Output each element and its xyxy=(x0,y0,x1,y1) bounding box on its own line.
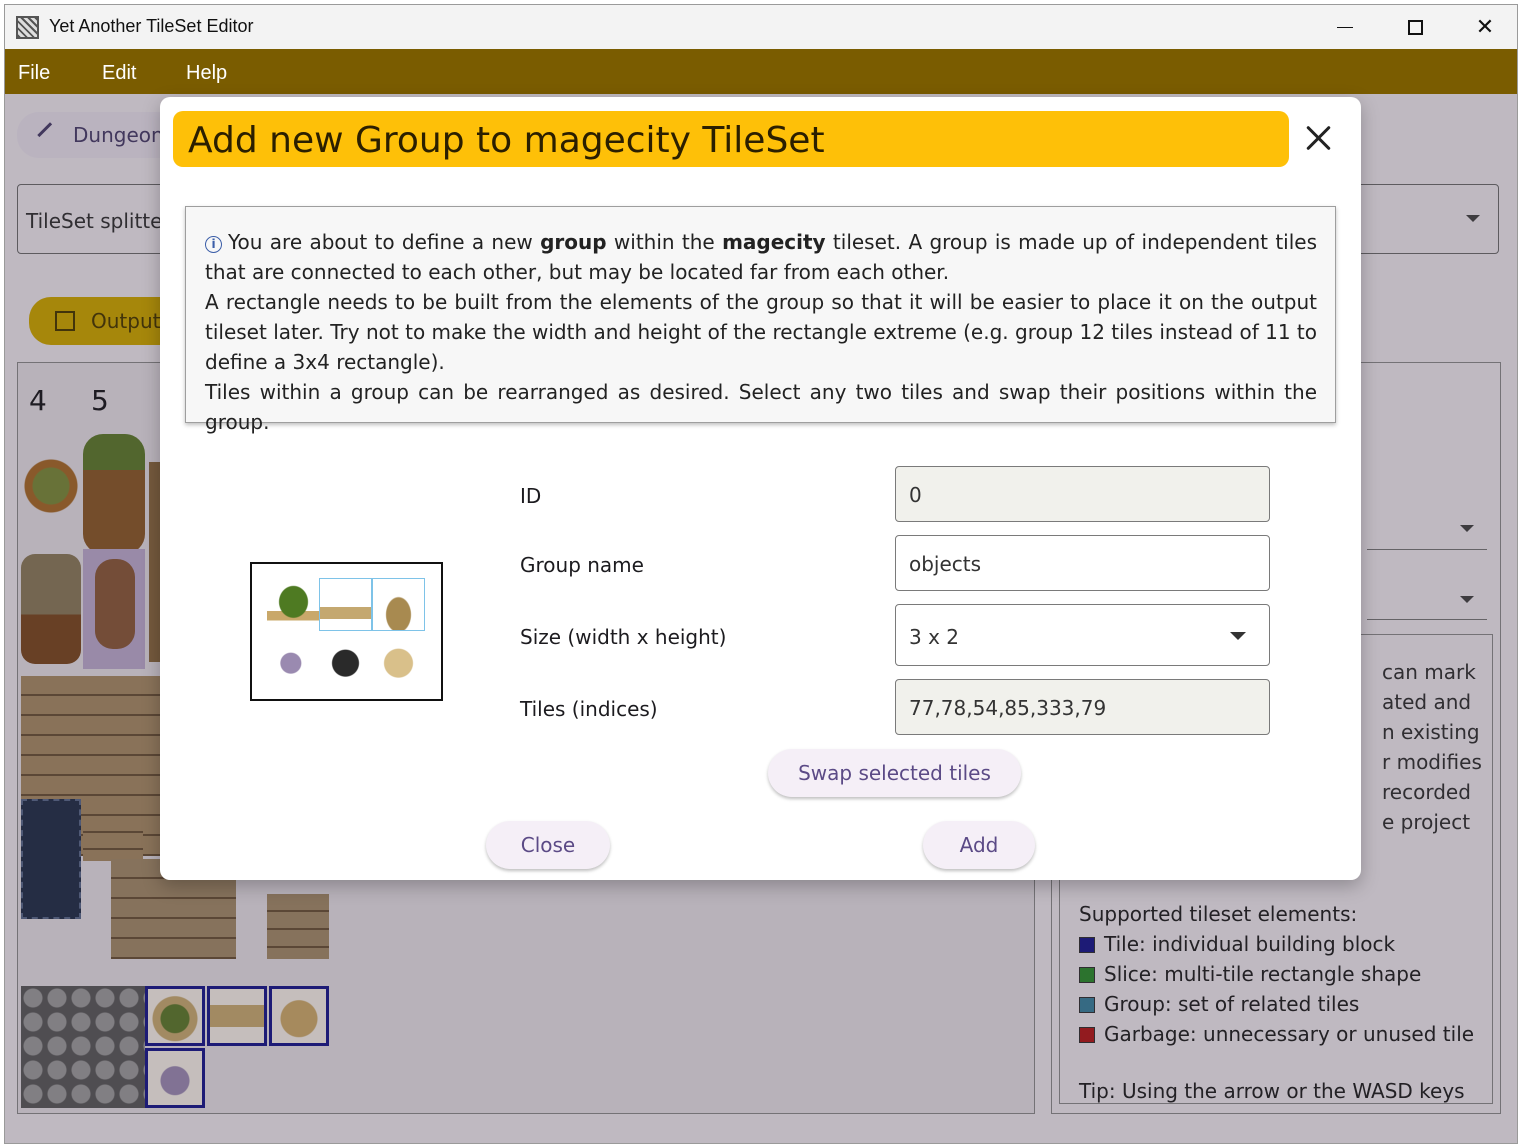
menu-edit[interactable]: Edit xyxy=(102,62,136,85)
preview-tile[interactable] xyxy=(267,634,320,687)
group-name-label: Group name xyxy=(520,553,644,577)
menu-help[interactable]: Help xyxy=(186,62,227,85)
minimize-icon xyxy=(1337,26,1353,28)
minimize-button[interactable] xyxy=(1310,5,1380,49)
preview-tile[interactable] xyxy=(372,634,425,687)
maximize-icon xyxy=(1407,19,1423,35)
info-paragraph-2: A rectangle needs to be built from the e… xyxy=(205,290,1317,374)
info-box: i You are about to define a new group wit… xyxy=(185,206,1336,434)
chevron-down-icon xyxy=(1230,632,1246,640)
info-text: You are about to define a new xyxy=(228,230,541,254)
size-select[interactable]: 3 x 2 xyxy=(895,604,1270,666)
info-text-bold: magecity xyxy=(722,230,826,254)
size-label: Size (width x height) xyxy=(520,625,727,649)
preview-tile-selected[interactable] xyxy=(319,578,372,631)
info-icon: i xyxy=(205,236,222,253)
close-button[interactable]: Close xyxy=(486,821,610,869)
preview-tile-selected[interactable] xyxy=(372,578,425,631)
menu-file[interactable]: File xyxy=(18,62,50,85)
id-label: ID xyxy=(520,484,542,508)
dialog-close-icon[interactable] xyxy=(1301,121,1335,155)
id-field: 0 xyxy=(895,466,1270,522)
size-value: 3 x 2 xyxy=(909,625,959,649)
dialog-title: Add new Group to magecity TileSet xyxy=(188,120,825,161)
info-paragraph-1: i You are about to define a new group wit… xyxy=(205,227,1317,287)
close-icon: ✕ xyxy=(1475,14,1495,40)
tiles-field: 77,78,54,85,333,79 xyxy=(895,679,1270,735)
title-bar: Yet Another TileSet Editor ✕ xyxy=(5,5,1517,49)
app-icon xyxy=(16,16,39,39)
group-name-value: objects xyxy=(909,552,982,576)
group-preview[interactable] xyxy=(250,562,443,701)
window-title: Yet Another TileSet Editor xyxy=(49,16,254,36)
swap-selected-tiles-button[interactable]: Swap selected tiles xyxy=(768,749,1021,797)
maximize-button[interactable] xyxy=(1380,5,1450,49)
dialog-header: Add new Group to magecity TileSet xyxy=(173,111,1289,167)
group-name-input[interactable]: objects xyxy=(895,535,1270,591)
tiles-value: 77,78,54,85,333,79 xyxy=(909,696,1107,720)
info-text: within the xyxy=(606,230,723,254)
preview-tile[interactable] xyxy=(267,578,320,631)
tiles-label: Tiles (indices) xyxy=(520,697,658,721)
preview-tile[interactable] xyxy=(319,634,372,687)
add-group-dialog: Add new Group to magecity TileSet i You a… xyxy=(160,97,1361,880)
menu-bar: File Edit Help xyxy=(5,49,1517,94)
info-paragraph-3: Tiles within a group can be rearranged a… xyxy=(205,380,1317,434)
info-text-bold: group xyxy=(540,230,607,254)
add-button[interactable]: Add xyxy=(923,821,1035,869)
window-close-button[interactable]: ✕ xyxy=(1450,5,1517,49)
id-value: 0 xyxy=(909,483,922,507)
